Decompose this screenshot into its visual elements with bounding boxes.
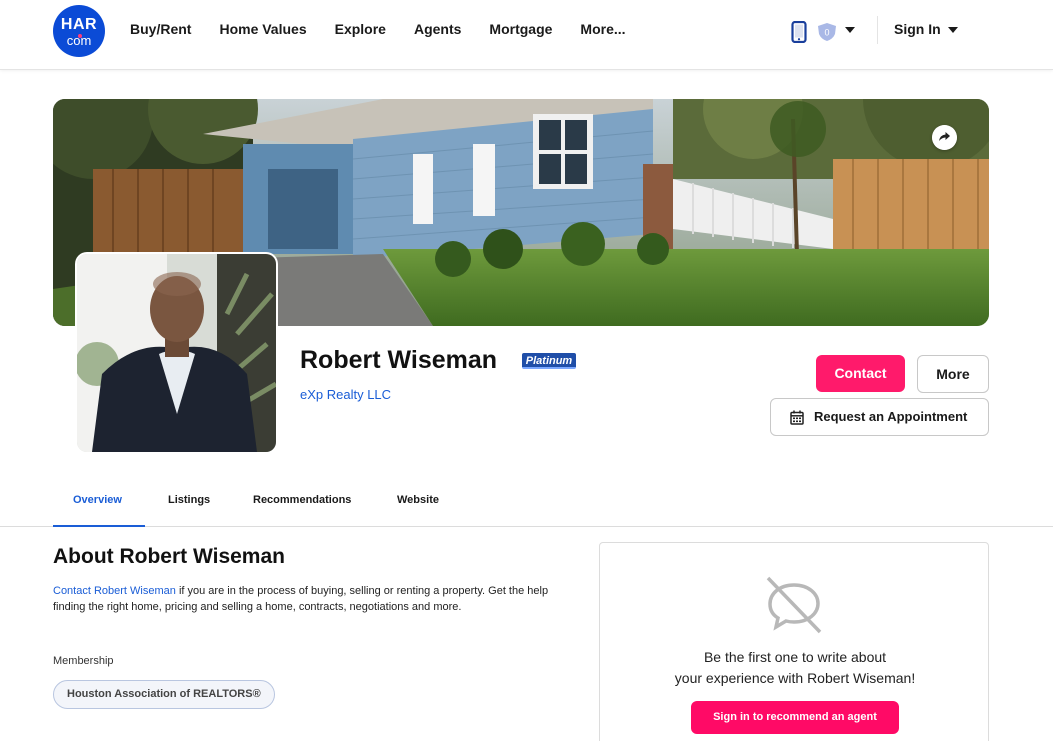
recommendation-card: Be the first one to write about your exp…: [599, 542, 989, 741]
nav-mortgage[interactable]: Mortgage: [489, 21, 552, 37]
calendar-icon: [790, 410, 804, 425]
about-description: Contact Robert Wiseman if you are in the…: [53, 583, 553, 615]
request-appointment-label: Request an Appointment: [814, 409, 968, 424]
membership-badge[interactable]: Houston Association of REALTORS®: [53, 680, 275, 709]
recommendation-line2: your experience with Robert Wiseman!: [674, 670, 916, 686]
har-logo[interactable]: HAR com: [53, 5, 105, 57]
agent-name: Robert Wiseman: [300, 346, 498, 374]
recommendation-message: Be the first one to write about your exp…: [600, 647, 990, 689]
profile-tabs: Overview Listings Recommendations Websit…: [0, 486, 1053, 527]
nav-more[interactable]: More...: [580, 21, 625, 37]
membership-label: Membership: [53, 655, 114, 667]
nav-divider: [877, 16, 878, 44]
sign-in-recommend-button[interactable]: Sign in to recommend an agent: [691, 701, 899, 734]
tab-website[interactable]: Website: [397, 494, 439, 506]
chevron-down-icon[interactable]: [845, 27, 855, 33]
tab-overview[interactable]: Overview: [73, 494, 122, 506]
logo-text-top: HAR: [60, 16, 98, 33]
phone-icon[interactable]: [791, 21, 807, 43]
top-navigation: HAR com Buy/Rent Home Values Explore Age…: [0, 0, 1053, 70]
shield-icon[interactable]: 0: [816, 22, 838, 42]
chevron-down-icon[interactable]: [948, 27, 958, 33]
tab-recommendations[interactable]: Recommendations: [253, 494, 351, 506]
contact-button[interactable]: Contact: [816, 355, 905, 392]
no-comment-icon: [766, 576, 822, 634]
notification-count: 0: [824, 28, 829, 38]
recommendation-line1: Be the first one to write about: [703, 649, 887, 665]
share-icon[interactable]: [932, 125, 957, 150]
active-tab-indicator: [53, 525, 145, 527]
main-nav: Buy/Rent Home Values Explore Agents Mort…: [130, 21, 654, 37]
nav-agents[interactable]: Agents: [414, 21, 461, 37]
sign-in-button[interactable]: Sign In: [894, 21, 941, 37]
tab-listings[interactable]: Listings: [168, 494, 210, 506]
request-appointment-button[interactable]: Request an Appointment: [770, 398, 989, 436]
nav-home-values[interactable]: Home Values: [219, 21, 306, 37]
platinum-badge: Platinum: [522, 353, 576, 369]
about-title: About Robert Wiseman: [53, 545, 285, 568]
agent-profile-photo: [77, 254, 276, 452]
agency-link[interactable]: eXp Realty LLC: [300, 387, 391, 402]
logo-dot: [78, 34, 82, 38]
contact-agent-link[interactable]: Contact Robert Wiseman: [53, 585, 176, 597]
nav-buy-rent[interactable]: Buy/Rent: [130, 21, 191, 37]
more-button[interactable]: More: [917, 355, 989, 393]
nav-explore[interactable]: Explore: [335, 21, 386, 37]
about-text-line1: if you are in the process of buying, sel…: [175, 585, 486, 597]
